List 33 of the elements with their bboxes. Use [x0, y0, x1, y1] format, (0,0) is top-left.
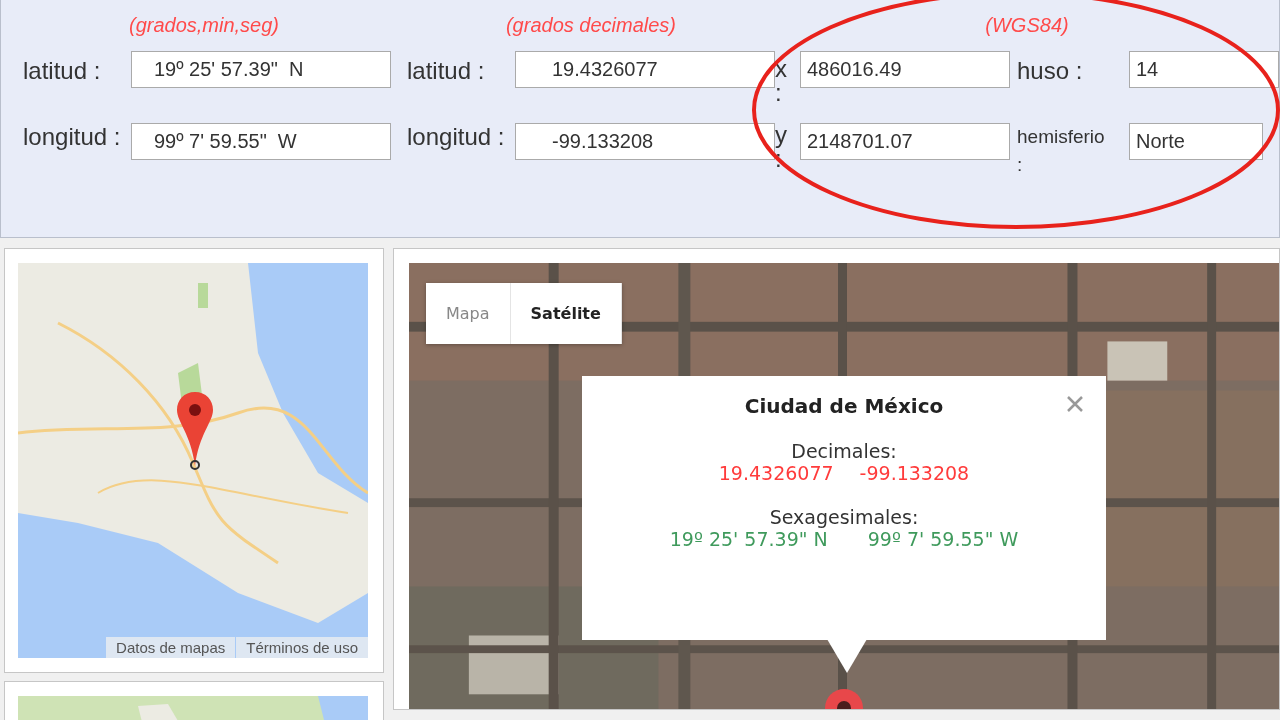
- coordinate-value: 19º 25' 57.39" N: [669, 528, 828, 550]
- column-subtitle: (grados decimales): [505, 14, 677, 37]
- map-type-tab[interactable]: Satélite: [510, 283, 622, 344]
- map-link[interactable]: Términos de uso: [236, 637, 368, 658]
- popup-heading: Sexagesimales:: [769, 506, 919, 528]
- close-icon[interactable]: [1066, 395, 1084, 413]
- column-subtitle: (grados,min,seg): [128, 14, 280, 37]
- coordinate-value: -99.133208: [859, 462, 970, 484]
- field-label: huso :: [1017, 56, 1084, 85]
- field-label: latitud :: [23, 56, 102, 85]
- field-label: latitud :: [407, 56, 486, 85]
- field-label: x :: [775, 54, 788, 105]
- column-subtitle: (WGS84): [985, 14, 1069, 37]
- input-field[interactable]: 486016.49: [800, 51, 1010, 88]
- field-label: longitud :: [23, 123, 122, 151]
- popup-heading: Decimales:: [791, 440, 897, 462]
- field-label: y :: [775, 123, 788, 171]
- coordinate-value: 99º 7' 59.55" W: [867, 528, 1019, 550]
- input-field[interactable]: 19.4326077: [515, 51, 775, 88]
- input-field[interactable]: Norte: [1129, 123, 1263, 160]
- input-field[interactable]: -99.133208: [515, 123, 775, 160]
- input-field[interactable]: 19º 25' 57.39" N: [131, 51, 391, 88]
- map-marker-icon: [175, 390, 215, 470]
- input-field[interactable]: 14: [1129, 51, 1279, 88]
- coordinate-value: 19.4326077: [718, 462, 834, 484]
- map-marker-icon: [824, 688, 864, 709]
- input-field[interactable]: 99º 7' 59.55" W: [131, 123, 391, 160]
- map-link[interactable]: Datos de mapas: [106, 637, 236, 658]
- input-field[interactable]: 2148701.07: [800, 123, 1010, 160]
- popup-title: Ciudad de México: [744, 394, 944, 418]
- field-label: hemisferio :: [1017, 125, 1106, 177]
- field-label: longitud :: [407, 123, 506, 151]
- map-type-tab[interactable]: Mapa: [426, 283, 511, 344]
